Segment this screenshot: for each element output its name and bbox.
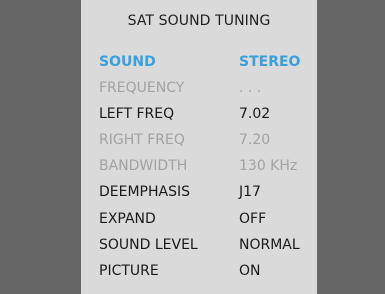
menu-item-value: J17 — [239, 184, 261, 201]
menu-item-value: . . . — [239, 80, 262, 97]
menu-item-picture[interactable]: PICTURE ON — [99, 262, 309, 288]
menu-item-label: LEFT FREQ — [99, 106, 175, 123]
menu-item-value: 130 KHz — [239, 158, 298, 175]
menu-item-sound[interactable]: SOUND STEREO — [99, 53, 309, 79]
menu-item-value: ON — [239, 262, 261, 279]
menu-item-frequency[interactable]: FREQUENCY . . . — [99, 79, 309, 105]
menu-item-value: STEREO — [239, 54, 301, 70]
menu-item-label: EXPAND — [99, 210, 156, 227]
menu-item-value: 7.20 — [239, 132, 271, 149]
menu-title: SAT SOUND TUNING — [127, 13, 271, 29]
menu-item-left-freq[interactable]: LEFT FREQ 7.02 — [99, 105, 309, 131]
menu-item-label: SOUND — [99, 54, 156, 70]
menu-item-sound-level[interactable]: SOUND LEVEL NORMAL — [99, 236, 309, 262]
menu-item-label: PICTURE — [99, 262, 159, 279]
menu-list: SOUND STEREO FREQUENCY . . . LEFT FREQ 7… — [99, 53, 309, 288]
menu-item-value: 7.02 — [239, 106, 271, 123]
menu-item-label: FREQUENCY — [99, 80, 185, 97]
menu-item-label: DEEMPHASIS — [99, 184, 190, 201]
menu-item-right-freq[interactable]: RIGHT FREQ 7.20 — [99, 131, 309, 157]
menu-item-label: SOUND LEVEL — [99, 236, 198, 253]
menu-item-bandwidth[interactable]: BANDWIDTH 130 KHz — [99, 157, 309, 183]
menu-item-expand[interactable]: EXPAND OFF — [99, 210, 309, 236]
menu-item-label: BANDWIDTH — [99, 158, 188, 175]
menu-item-deemphasis[interactable]: DEEMPHASIS J17 — [99, 183, 309, 209]
menu-item-value: OFF — [239, 210, 267, 227]
menu-item-label: RIGHT FREQ — [99, 132, 185, 149]
menu-item-value: NORMAL — [239, 236, 300, 253]
sat-sound-tuning-menu: SAT SOUND TUNING SOUND STEREO FREQUENCY … — [81, 0, 317, 294]
